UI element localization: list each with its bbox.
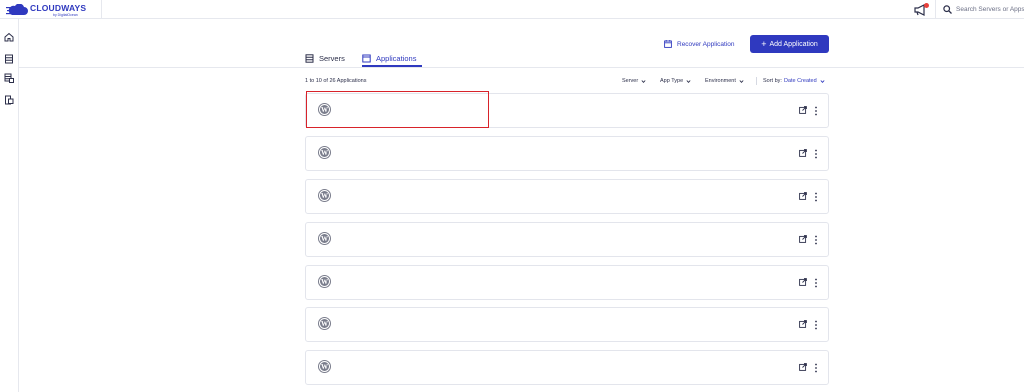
more-options-icon[interactable] [814, 235, 818, 245]
more-options-icon[interactable] [814, 192, 818, 202]
results-count: 1 to 10 of 26 Applications [305, 78, 367, 84]
application-row[interactable]: W [305, 307, 829, 342]
servers-icon [305, 53, 314, 63]
brand-sub: by DigitalOcean [53, 13, 78, 17]
chevron-down-icon [820, 79, 825, 83]
recover-application-button[interactable]: Recover Application [664, 38, 734, 50]
more-options-icon[interactable] [814, 149, 818, 159]
wordpress-icon: W [318, 232, 331, 245]
open-external-icon[interactable] [799, 149, 807, 157]
add-application-button[interactable]: + Add Application [750, 35, 829, 53]
sort-label: Sort by: [763, 78, 782, 84]
tab-servers-label: Servers [319, 53, 345, 63]
applications-icon [362, 54, 371, 62]
filter-app-type-label: App Type [660, 78, 684, 84]
tab-applications-label: Applications [376, 53, 417, 63]
tab-servers[interactable]: Servers [305, 51, 345, 65]
filter-server-label: Server [622, 78, 639, 84]
sort-value: Date Created [783, 78, 817, 84]
header-divider [101, 0, 102, 19]
chevron-down-icon [739, 79, 744, 83]
open-external-icon[interactable] [799, 235, 807, 243]
chevron-down-icon [641, 79, 646, 83]
filter-environment-label: Environment [705, 78, 736, 84]
more-options-icon[interactable] [814, 363, 818, 373]
more-options-icon[interactable] [814, 278, 818, 288]
tab-applications[interactable]: Applications [362, 51, 416, 65]
wordpress-icon: W [318, 189, 331, 202]
application-row[interactable]: W [305, 350, 829, 385]
search-icon [943, 5, 952, 14]
filter-server-dropdown[interactable]: Server [622, 78, 646, 84]
open-external-icon[interactable] [799, 278, 807, 286]
wordpress-icon: W [318, 103, 331, 116]
sidebar [0, 19, 19, 392]
filter-divider [756, 77, 757, 85]
header-divider [935, 0, 936, 19]
search-input[interactable] [956, 3, 1024, 16]
chevron-down-icon [686, 79, 691, 83]
more-options-icon[interactable] [814, 106, 818, 116]
recover-application-label: Recover Application [677, 40, 735, 48]
cloudways-logo-icon [6, 4, 28, 15]
brand-name: CLOUDWAYS [30, 3, 87, 13]
wordpress-icon: W [318, 146, 331, 159]
home-icon[interactable] [4, 32, 14, 42]
recover-icon [664, 40, 672, 48]
wordpress-icon: W [318, 317, 331, 330]
add-application-label: Add Application [769, 40, 818, 48]
application-row[interactable]: W [305, 93, 829, 128]
tabs-divider [19, 67, 1024, 68]
application-row[interactable]: W [305, 179, 829, 214]
open-external-icon[interactable] [799, 320, 807, 328]
wordpress-icon: W [318, 275, 331, 288]
sort-dropdown[interactable]: Sort by: Date Created [763, 78, 825, 84]
notification-badge [924, 3, 929, 8]
open-external-icon[interactable] [799, 363, 807, 371]
application-row[interactable]: W [305, 136, 829, 171]
add-ons-icon[interactable] [4, 95, 14, 105]
application-row[interactable]: W [305, 265, 829, 300]
filter-app-type-dropdown[interactable]: App Type [660, 78, 691, 84]
open-external-icon[interactable] [799, 106, 807, 114]
open-external-icon[interactable] [799, 192, 807, 200]
application-row[interactable]: W [305, 222, 829, 257]
top-bar: CLOUDWAYS by DigitalOcean [0, 0, 1024, 19]
more-options-icon[interactable] [814, 320, 818, 330]
wordpress-icon: W [318, 360, 331, 373]
filter-environment-dropdown[interactable]: Environment [705, 78, 744, 84]
plus-icon: + [761, 38, 767, 49]
applications-icon[interactable] [4, 73, 14, 83]
servers-icon[interactable] [4, 54, 14, 64]
cloudways-logo[interactable]: CLOUDWAYS by DigitalOcean [6, 3, 98, 17]
